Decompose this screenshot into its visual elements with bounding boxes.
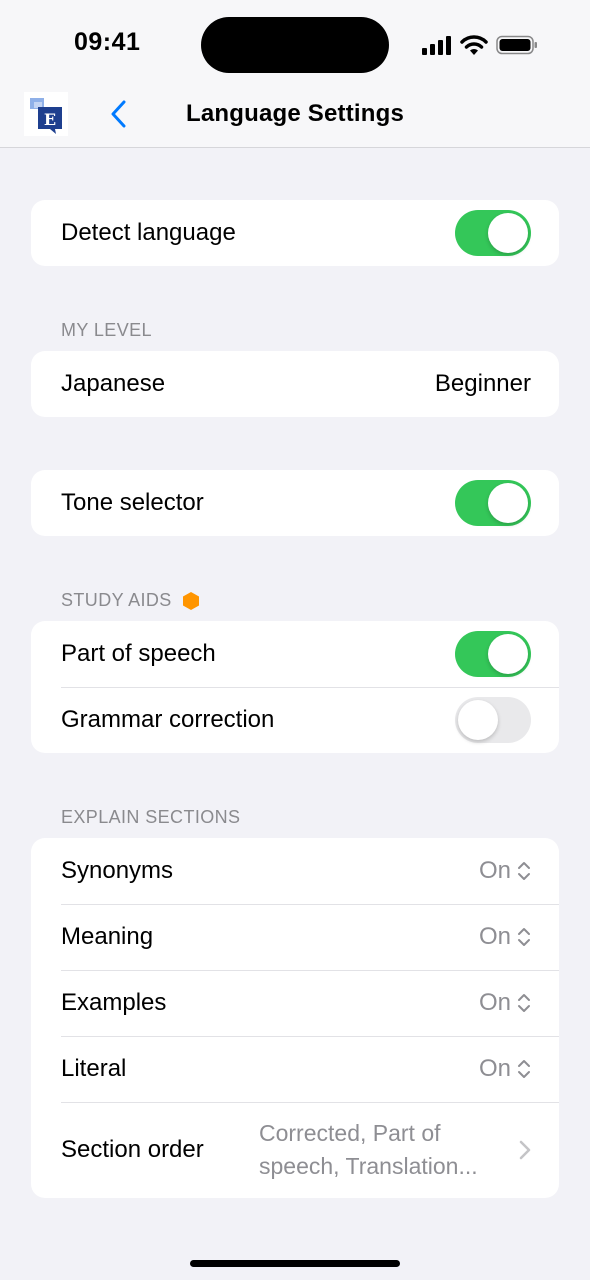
study-aids-header: STUDY AIDS [61, 590, 200, 611]
cellular-signal-icon [422, 36, 451, 55]
navigation-bar: E Language Settings [0, 90, 590, 148]
examples-label: Examples [61, 989, 167, 1016]
section-order-value: Corrected, Part of speech, Translation..… [259, 1120, 478, 1179]
synonyms-picker[interactable]: On [479, 857, 531, 885]
tone-selector-toggle[interactable] [455, 480, 531, 526]
home-indicator [190, 1260, 400, 1267]
part-of-speech-row: Part of speech [31, 621, 559, 687]
literal-picker[interactable]: On [479, 1055, 531, 1083]
detect-language-toggle[interactable] [455, 210, 531, 256]
meaning-label: Meaning [61, 923, 154, 950]
examples-value: On [478, 989, 511, 1016]
tone-selector-label: Tone selector [61, 489, 204, 516]
study-aids-group: Part of speech Grammar correction [31, 621, 559, 753]
literal-label: Literal [61, 1055, 127, 1082]
grammar-correction-toggle[interactable] [455, 697, 531, 743]
part-of-speech-toggle[interactable] [455, 631, 531, 677]
synonyms-label: Synonyms [61, 857, 174, 884]
synonyms-row: Synonyms On [31, 838, 559, 904]
meaning-picker[interactable]: On [479, 923, 531, 951]
level-language-label: Japanese [61, 370, 166, 397]
chevron-up-down-icon [518, 994, 530, 1012]
level-value: Beginner [434, 370, 531, 397]
status-bar: 09:41 [0, 0, 590, 90]
level-row-japanese[interactable]: Japanese Beginner [31, 351, 559, 417]
status-time: 09:41 [74, 28, 141, 56]
my-level-header: MY LEVEL [61, 320, 152, 340]
explain-sections-group: Synonyms On Meaning On Examples On Liter… [31, 838, 559, 1198]
detect-language-row: Detect language [31, 200, 559, 266]
page-title: Language Settings [185, 100, 405, 127]
section-order-label: Section order [61, 1136, 204, 1163]
battery-icon [496, 35, 537, 55]
status-icons [422, 33, 538, 57]
toggle-knob [488, 634, 528, 674]
dynamic-island [201, 17, 389, 73]
toggle-knob [488, 483, 528, 523]
detect-language-label: Detect language [61, 219, 236, 246]
chevron-up-down-icon [518, 928, 530, 946]
study-aids-header-label: STUDY AIDS [61, 590, 172, 610]
literal-row: Literal On [31, 1036, 559, 1102]
synonyms-value: On [478, 857, 511, 884]
grammar-correction-label: Grammar correction [61, 706, 275, 733]
part-of-speech-label: Part of speech [61, 640, 216, 667]
explain-sections-header: EXPLAIN SECTIONS [61, 807, 241, 827]
chevron-up-down-icon [518, 862, 530, 880]
chevron-up-down-icon [518, 1060, 530, 1078]
meaning-value: On [478, 923, 511, 950]
toggle-knob [458, 700, 498, 740]
tone-selector-row: Tone selector [31, 470, 559, 536]
premium-hexagon-icon [182, 591, 199, 610]
grammar-correction-row: Grammar correction [31, 687, 559, 753]
chevron-right-icon [519, 1140, 531, 1160]
examples-picker[interactable]: On [479, 989, 531, 1017]
literal-value: On [478, 1055, 511, 1082]
detect-language-group: Detect language [31, 200, 559, 266]
meaning-row: Meaning On [31, 904, 559, 970]
section-order-row[interactable]: Section order Corrected, Part of speech,… [31, 1102, 559, 1198]
toggle-knob [488, 213, 528, 253]
tone-selector-group: Tone selector [31, 470, 559, 536]
examples-row: Examples On [31, 970, 559, 1036]
wifi-icon [460, 34, 488, 55]
my-level-group: Japanese Beginner [31, 351, 559, 417]
